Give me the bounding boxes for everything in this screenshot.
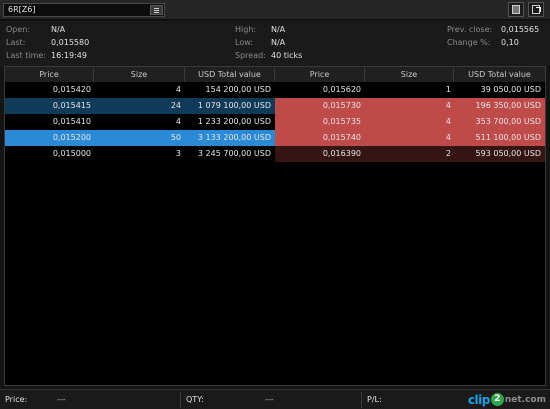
ask-total: 353 700,00 USD [475,117,541,126]
toolbar: 6R[Z6] [0,0,550,20]
ask-price: 0,015735 [322,117,361,126]
stat-last-time: Last time: [6,51,46,60]
order-book: Price Size USD Total value Price Size US… [4,66,546,386]
detach-window-icon[interactable] [528,2,544,17]
ask-row[interactable]: 0,016390 2 593 050,00 USD [275,146,545,162]
ask-price: 0,015620 [322,85,361,94]
ask-row[interactable]: 0,015735 4 353 700,00 USD [275,114,545,130]
bid-total: 154 200,00 USD [205,85,271,94]
symbol-field[interactable]: 6R[Z6] [3,3,165,17]
bid-price: 0,015415 [52,101,91,110]
bid-size: 50 [170,133,181,142]
ask-total: 39 050,00 USD [480,85,541,94]
position-bar: Price: --- QTY: --- P/L: clip 2 net.com [0,389,550,409]
save-icon[interactable] [508,2,524,17]
header-bid-total[interactable]: USD Total value [185,67,275,82]
stat-low: Low: [235,38,254,47]
position-price: Price: --- [1,392,181,408]
ask-size: 1 [445,85,451,94]
ask-total: 593 050,00 USD [475,149,541,158]
bid-total: 1 079 100,00 USD [197,101,271,110]
stat-open-value: N/A [51,25,66,34]
bid-size: 24 [170,101,181,110]
bid-total: 3 133 200,00 USD [197,133,271,142]
bid-row[interactable]: 0,015000 3 3 245 700,00 USD [5,146,275,162]
list-icon[interactable] [150,5,163,15]
ask-size: 4 [445,133,451,142]
bid-price: 0,015000 [52,149,91,158]
ask-price: 0,016390 [322,149,361,158]
ask-size: 2 [445,149,451,158]
bid-row[interactable]: 0,015410 4 1 233 200,00 USD [5,114,275,130]
header-ask-price[interactable]: Price [275,67,365,82]
position-price-value: --- [57,395,66,404]
ask-total: 511 100,00 USD [475,133,541,142]
ask-row[interactable]: 0,015730 4 196 350,00 USD [275,98,545,114]
bid-row[interactable]: 0,015200 50 3 133 200,00 USD [5,130,275,146]
bid-row[interactable]: 0,015415 24 1 079 100,00 USD [5,98,275,114]
stat-change-value: 0,10 [501,38,519,47]
bid-price: 0,015410 [52,117,91,126]
bid-row[interactable]: 0,015420 4 154 200,00 USD [5,82,275,98]
symbol-text: 6R[Z6] [8,5,36,14]
order-book-header: Price Size USD Total value Price Size US… [5,67,545,82]
ask-total: 196 350,00 USD [475,101,541,110]
stat-low-value: N/A [271,38,286,47]
ask-price: 0,015730 [322,101,361,110]
bid-size: 4 [175,85,181,94]
position-qty-value: --- [265,395,274,404]
header-ask-size[interactable]: Size [365,67,454,82]
ask-row[interactable]: 0,015740 4 511 100,00 USD [275,130,545,146]
stat-spread: Spread: [235,51,266,60]
stat-last: Last: [6,38,26,47]
clip2net-watermark: clip 2 net.com [467,392,546,407]
stat-high: High: [235,25,257,34]
ask-size: 4 [445,117,451,126]
header-bid-size[interactable]: Size [94,67,185,82]
stat-prev-close-value: 0,015565 [501,25,540,34]
bid-price: 0,015420 [52,85,91,94]
instrument-stats: Open: N/A Last: 0,015580 Last time: 16:1… [0,21,550,66]
stat-last-value: 0,015580 [51,38,90,47]
ask-size: 4 [445,101,451,110]
header-ask-total[interactable]: USD Total value [454,67,545,82]
stat-prev-close: Prev. close: [447,25,493,34]
bid-side: 0,015420 4 154 200,00 USD 0,015415 24 1 079 1… [5,82,275,162]
bid-size: 3 [175,149,181,158]
bid-total: 3 245 700,00 USD [197,149,271,158]
stat-spread-value: 40 ticks [271,51,303,60]
stat-open: Open: [6,25,31,34]
ask-side: 0,015620 1 39 050,00 USD 0,015730 4 196 350,0… [275,82,545,162]
bid-price: 0,015200 [52,133,91,142]
stat-change: Change %: [447,38,491,47]
position-qty: QTY: --- [182,392,362,408]
position-pl: P/L: [367,395,382,404]
ask-price: 0,015740 [322,133,361,142]
header-bid-price[interactable]: Price [5,67,94,82]
bid-size: 4 [175,117,181,126]
stat-last-time-value: 16:19:49 [51,51,87,60]
ask-row[interactable]: 0,015620 1 39 050,00 USD [275,82,545,98]
stat-high-value: N/A [271,25,286,34]
bid-total: 1 233 200,00 USD [197,117,271,126]
